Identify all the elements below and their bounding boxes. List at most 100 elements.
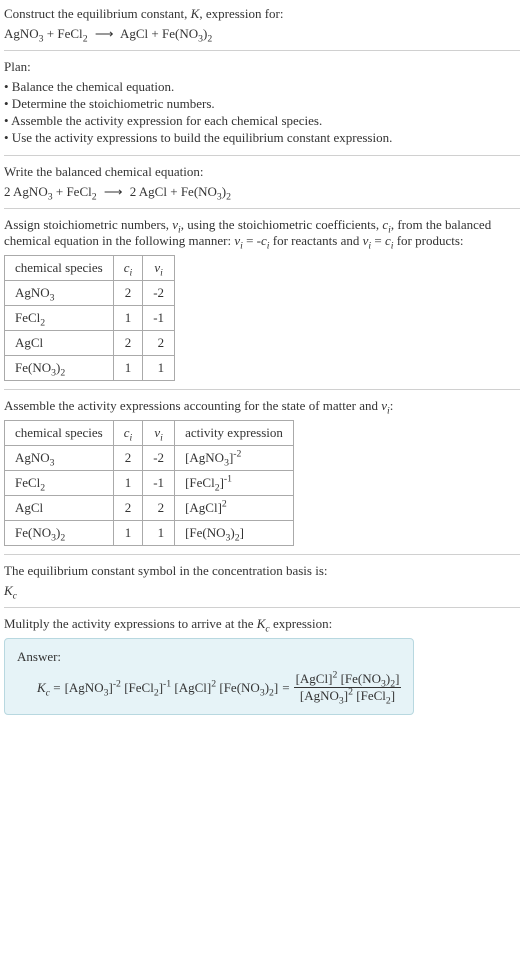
subscript: 3 bbox=[50, 458, 55, 469]
table-header-row: chemical species ci νi bbox=[5, 256, 175, 281]
cell-species: FeCl2 bbox=[5, 306, 114, 331]
cell-nui: -1 bbox=[143, 471, 175, 496]
superscript: 2 bbox=[222, 499, 227, 510]
subscript: 2 bbox=[40, 318, 45, 329]
col-ci: ci bbox=[113, 421, 143, 446]
fraction-numerator: [AgCl]2 [Fe(NO3)2] bbox=[294, 671, 402, 688]
balanced-title: Write the balanced chemical equation: bbox=[4, 164, 520, 180]
col-nui: νi bbox=[143, 421, 175, 446]
subscript: 2 bbox=[92, 192, 97, 203]
activity-table: chemical species ci νi activity expressi… bbox=[4, 420, 294, 546]
prompt-line1: Construct the equilibrium constant, K, e… bbox=[4, 6, 520, 22]
plan-section: Plan: • Balance the chemical equation. •… bbox=[4, 51, 520, 156]
answer-label: Answer: bbox=[17, 649, 401, 665]
subscript: 2 bbox=[40, 483, 45, 494]
species: Fe(NO bbox=[15, 525, 51, 540]
symbol-k: K bbox=[4, 583, 13, 598]
cell-activity: [AgNO3]-2 bbox=[175, 446, 294, 471]
cell-ci: 2 bbox=[113, 331, 143, 356]
symbol-section: The equilibrium constant symbol in the c… bbox=[4, 555, 520, 608]
table-row: Fe(NO3)2 1 1 [Fe(NO3)2] bbox=[5, 521, 294, 546]
plan-item: • Balance the chemical equation. bbox=[4, 79, 520, 95]
cell-ci: 1 bbox=[113, 521, 143, 546]
symbol-k: K bbox=[37, 680, 46, 695]
answer-box: Answer: Kc = [AgNO3]-2 [FeCl2]-1 [AgCl]2… bbox=[4, 638, 414, 715]
subscript: 2 bbox=[83, 34, 88, 45]
cell-activity: [Fe(NO3)2] bbox=[175, 521, 294, 546]
text: for reactants and bbox=[270, 233, 363, 248]
subscript: 2 bbox=[60, 368, 65, 379]
col-ci: ci bbox=[113, 256, 143, 281]
table-header-row: chemical species ci νi activity expressi… bbox=[5, 421, 294, 446]
col-nui: νi bbox=[143, 256, 175, 281]
kc-fraction: [AgCl]2 [Fe(NO3)2] [AgNO3]2 [FeCl2] bbox=[294, 671, 402, 704]
cell-ci: 1 bbox=[113, 306, 143, 331]
table-row: FeCl2 1 -1 [FeCl2]-1 bbox=[5, 471, 294, 496]
table-row: AgCl 2 2 bbox=[5, 331, 175, 356]
stoich-table: chemical species ci νi AgNO3 2 -2 FeCl2 … bbox=[4, 255, 175, 381]
cell-ci: 2 bbox=[113, 496, 143, 521]
col-activity: activity expression bbox=[175, 421, 294, 446]
op-plus: + bbox=[148, 26, 162, 41]
op-plus: + bbox=[44, 26, 58, 41]
cell-nui: 1 bbox=[143, 356, 175, 381]
species: AgCl bbox=[15, 335, 43, 350]
balanced-section: Write the balanced chemical equation: 2 … bbox=[4, 156, 520, 209]
fraction-denominator: [AgNO3]2 [FeCl2] bbox=[294, 688, 402, 704]
species: AgNO bbox=[15, 285, 50, 300]
op-plus: + bbox=[167, 184, 181, 199]
subscript: c bbox=[13, 591, 17, 602]
table-row: AgNO3 2 -2 [AgNO3]-2 bbox=[5, 446, 294, 471]
subscript: i bbox=[160, 433, 163, 444]
cell-ci: 1 bbox=[113, 471, 143, 496]
subscript: 3 bbox=[50, 293, 55, 304]
cell-nui: -2 bbox=[143, 281, 175, 306]
coefficient: 2 bbox=[4, 184, 13, 199]
expr: ] bbox=[391, 688, 395, 703]
cell-species: FeCl2 bbox=[5, 471, 114, 496]
cell-nui: 2 bbox=[143, 331, 175, 356]
superscript: 2 bbox=[332, 670, 337, 681]
expr: [FeCl bbox=[124, 680, 154, 695]
cell-nui: -2 bbox=[143, 446, 175, 471]
expr: [Fe(NO bbox=[219, 680, 259, 695]
plan-title: Plan: bbox=[4, 59, 520, 75]
species: AgCl bbox=[15, 500, 43, 515]
expr: [AgCl] bbox=[296, 671, 333, 686]
coefficient: 2 bbox=[130, 184, 139, 199]
expr: ] bbox=[274, 680, 278, 695]
assign-text: Assign stoichiometric numbers, νi, using… bbox=[4, 217, 520, 249]
assign-section: Assign stoichiometric numbers, νi, using… bbox=[4, 209, 520, 390]
col-species: chemical species bbox=[5, 421, 114, 446]
arrow-icon: ⟶ bbox=[104, 184, 123, 200]
table-row: AgCl 2 2 [AgCl]2 bbox=[5, 496, 294, 521]
expr: [AgCl] bbox=[174, 680, 211, 695]
subscript: 2 bbox=[60, 533, 65, 544]
kc-expression: Kc = [AgNO3]-2 [FeCl2]-1 [AgCl]2 [Fe(NO3… bbox=[17, 671, 401, 704]
species: FeCl bbox=[15, 310, 40, 325]
species: FeCl bbox=[66, 184, 91, 199]
arrow-icon: ⟶ bbox=[95, 26, 114, 42]
answer-section: Mulitply the activity expressions to arr… bbox=[4, 608, 520, 723]
cell-species: Fe(NO3)2 bbox=[5, 521, 114, 546]
superscript: 2 bbox=[348, 687, 353, 698]
cell-nui: 2 bbox=[143, 496, 175, 521]
species: AgNO bbox=[15, 450, 50, 465]
subscript: i bbox=[130, 433, 133, 444]
kc-product: [AgNO3]-2 [FeCl2]-1 [AgCl]2 [Fe(NO3)2] bbox=[65, 680, 279, 696]
expr: [AgNO bbox=[65, 680, 104, 695]
multiply-text: Mulitply the activity expressions to arr… bbox=[4, 616, 520, 632]
species: AgCl bbox=[120, 26, 148, 41]
cell-species: Fe(NO3)2 bbox=[5, 356, 114, 381]
prompt-equation: AgNO3 + FeCl2 ⟶ AgCl + Fe(NO3)2 bbox=[4, 26, 520, 42]
text: for products: bbox=[393, 233, 463, 248]
species: FeCl bbox=[57, 26, 82, 41]
expr: ] bbox=[240, 525, 244, 540]
species: AgNO bbox=[13, 184, 48, 199]
expr: [AgNO bbox=[300, 688, 339, 703]
cell-species: AgCl bbox=[5, 331, 114, 356]
superscript: -1 bbox=[224, 474, 232, 485]
plan-item: • Determine the stoichiometric numbers. bbox=[4, 96, 520, 112]
prompt-section: Construct the equilibrium constant, K, e… bbox=[4, 6, 520, 51]
superscript: 2 bbox=[211, 678, 216, 689]
